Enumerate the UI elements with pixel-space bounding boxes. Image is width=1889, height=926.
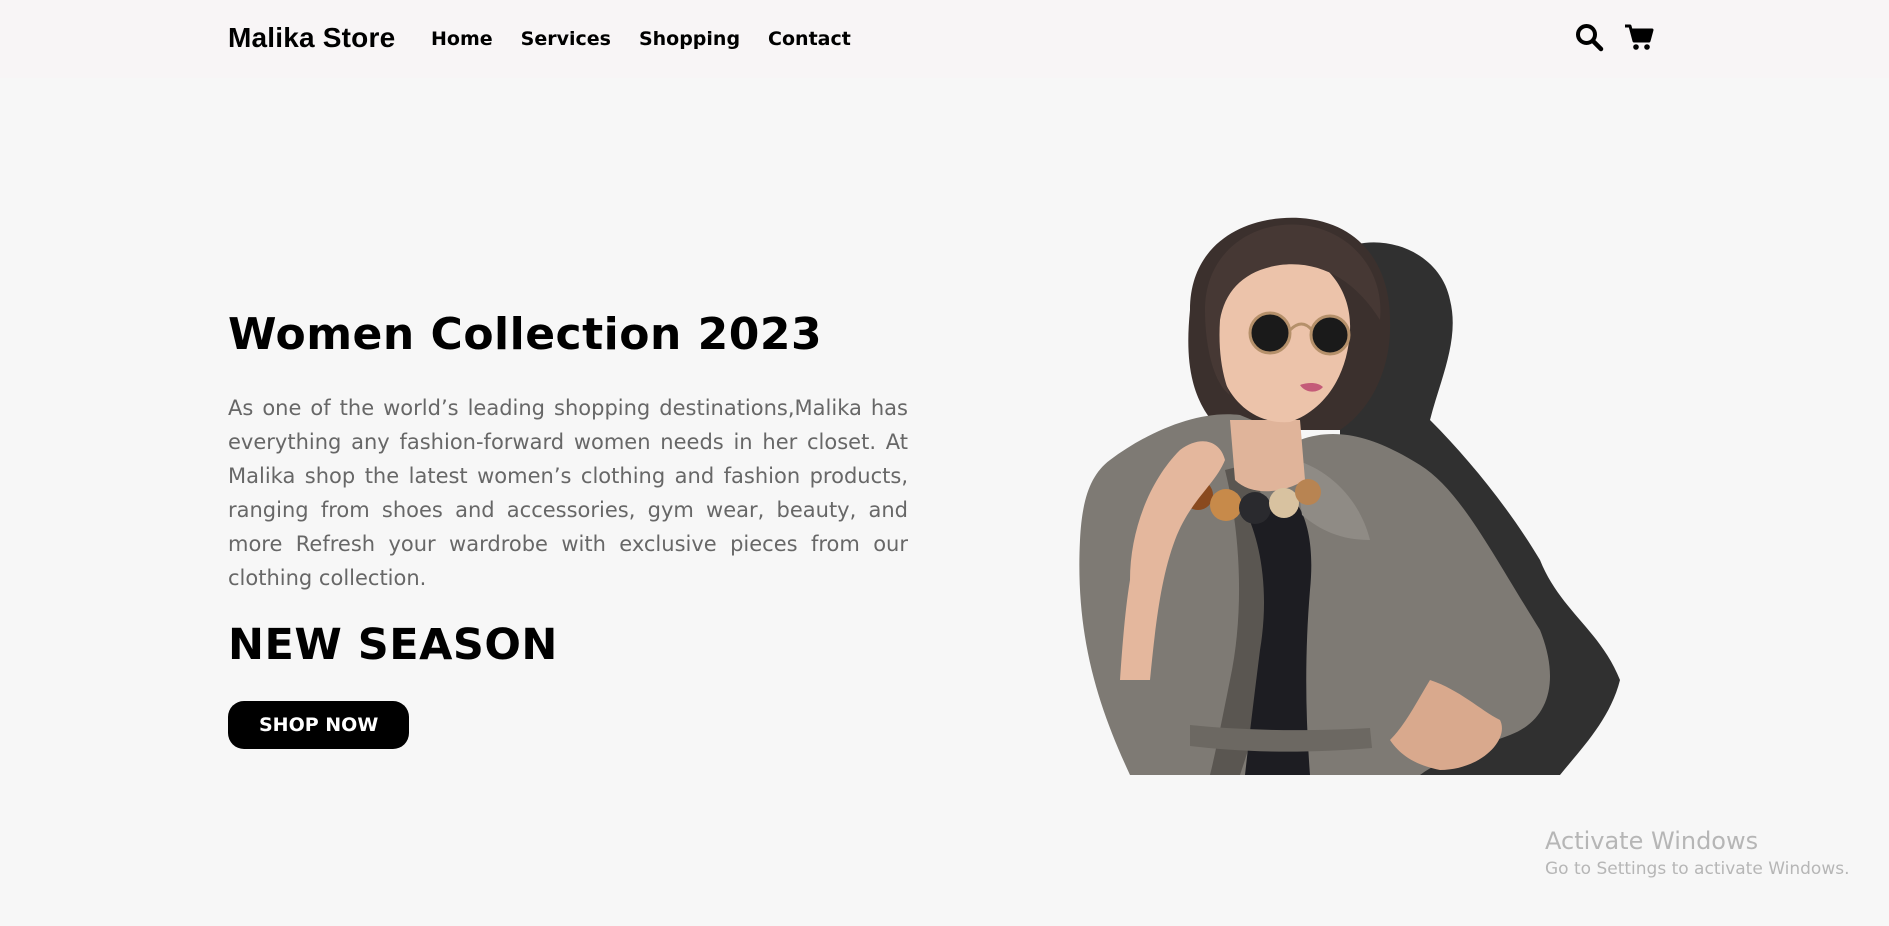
watermark-title: Activate Windows [1545, 827, 1759, 855]
nav-link-services[interactable]: Services [521, 28, 611, 50]
hero-text: Women Collection 2023 As one of the worl… [228, 305, 908, 749]
search-icon[interactable] [1574, 22, 1604, 52]
nav-link-shopping[interactable]: Shopping [639, 28, 740, 50]
navbar: Malika Store Home Services Shopping Cont… [0, 0, 1889, 78]
cart-icon[interactable] [1624, 22, 1654, 52]
nav-link-contact[interactable]: Contact [768, 28, 851, 50]
brand-logo[interactable]: Malika Store [228, 22, 395, 54]
activate-windows-watermark: Activate Windows Go to Settings to activ… [1545, 826, 1850, 882]
nav-icons [1574, 22, 1654, 52]
nav-links: Home Services Shopping Contact [431, 28, 851, 50]
hero-description: As one of the world’s leading shopping d… [228, 396, 908, 590]
hero-subtitle: NEW SEASON [228, 620, 558, 670]
nav-link-home[interactable]: Home [431, 28, 493, 50]
shop-now-button[interactable]: SHOP NOW [228, 701, 410, 749]
hero-model-image [1079, 217, 1620, 775]
hero-title: Women Collection 2023 [228, 309, 823, 360]
watermark-subtitle: Go to Settings to activate Windows. [1545, 859, 1850, 879]
